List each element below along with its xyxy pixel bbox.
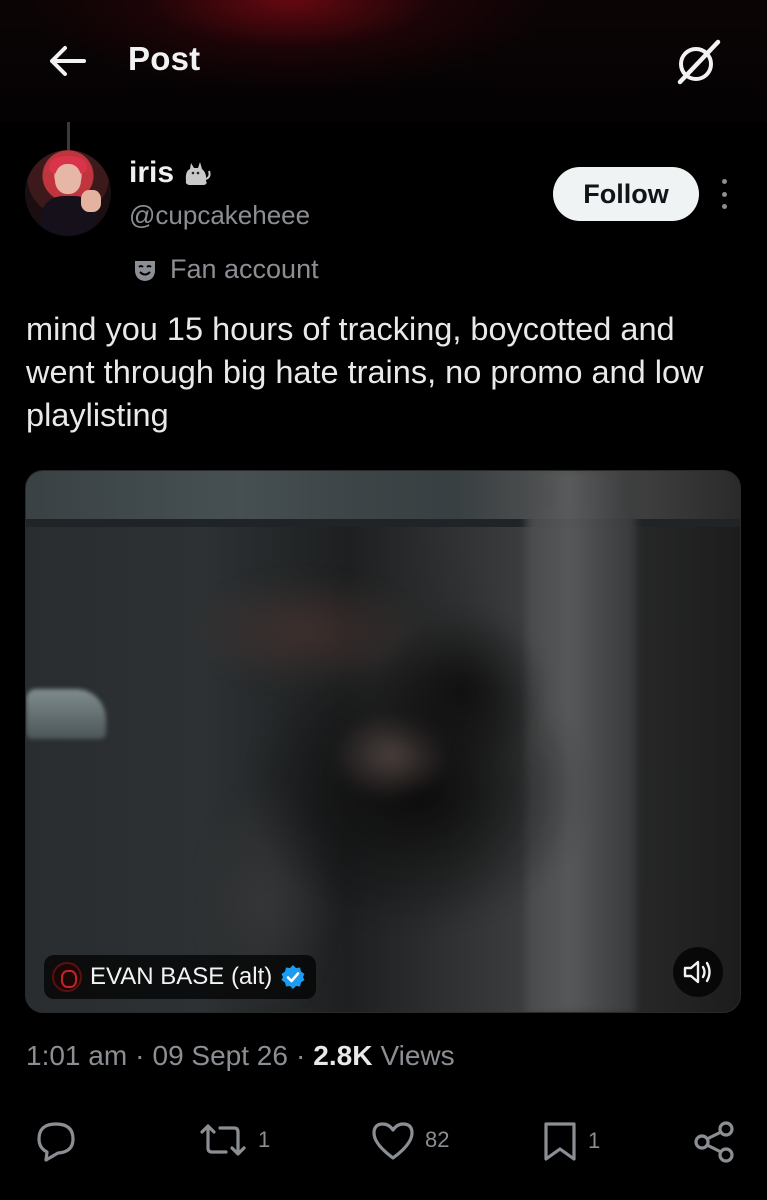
avatar[interactable] <box>25 150 111 236</box>
more-dot <box>721 179 727 184</box>
thread-connector <box>67 122 70 150</box>
bookmark-count: 1 <box>588 1128 601 1153</box>
reply-icon <box>37 1122 75 1162</box>
more-dot <box>721 204 727 209</box>
video-frame-lamp <box>26 689 106 739</box>
grok-button[interactable] <box>670 34 726 90</box>
action-bar: 1 82 1 <box>0 1112 767 1172</box>
reply-button[interactable] <box>32 1118 88 1164</box>
post-metadata: 1:01 am · 09 Sept 26 · 2.8K Views <box>26 1040 455 1072</box>
back-button[interactable] <box>44 38 90 84</box>
share-button[interactable] <box>690 1118 738 1166</box>
views-count[interactable]: 2.8K <box>313 1040 372 1072</box>
share-icon <box>694 1121 734 1163</box>
verified-badge-icon <box>281 965 305 989</box>
author-name[interactable]: iris <box>129 156 212 190</box>
repost-button[interactable]: 1 <box>196 1118 270 1162</box>
cat-icon <box>185 162 211 185</box>
top-header: Post <box>0 0 767 122</box>
sound-toggle-button[interactable] <box>673 947 723 997</box>
post-screen: Post iris @cupcakeheee Follow Fan accoun… <box>0 0 767 1200</box>
follow-button[interactable]: Follow <box>553 167 699 221</box>
account-label: Fan account <box>132 254 319 285</box>
media-source-attribution[interactable]: EVAN BASE (alt) <box>44 955 317 999</box>
repost-count: 1 <box>258 1127 271 1152</box>
heart-icon <box>372 1122 414 1160</box>
like-button[interactable]: 82 <box>369 1118 449 1162</box>
like-count: 82 <box>425 1127 450 1152</box>
avatar-face <box>55 164 81 194</box>
post-text: mind you 15 hours of tracking, boycotted… <box>26 311 704 433</box>
author-handle[interactable]: @cupcakeheee <box>129 200 310 231</box>
more-dot <box>721 191 727 197</box>
post-time: 1:01 am <box>26 1040 128 1071</box>
more-options-button[interactable] <box>713 176 735 212</box>
arrow-left-icon <box>50 46 86 76</box>
post-date: 09 Sept 26 <box>152 1040 288 1071</box>
avatar-hand <box>81 190 101 212</box>
source-avatar <box>52 962 82 992</box>
grok-icon <box>677 39 721 85</box>
bookmark-icon <box>544 1122 576 1161</box>
account-label-text: Fan account <box>170 254 319 284</box>
author-name-text: iris <box>129 156 175 189</box>
views-label: Views <box>380 1040 455 1071</box>
speaker-icon <box>683 960 711 984</box>
mask-icon <box>135 260 155 281</box>
meta-separator: · <box>135 1040 145 1071</box>
page-title: Post <box>128 40 201 77</box>
meta-separator: · <box>295 1040 306 1071</box>
video-media[interactable]: EVAN BASE (alt) <box>25 470 741 1013</box>
repost-icon <box>200 1124 246 1156</box>
video-frame-figure <box>186 531 606 1001</box>
source-name: EVAN BASE (alt) <box>90 963 273 990</box>
bookmark-button[interactable]: 1 <box>540 1118 600 1164</box>
